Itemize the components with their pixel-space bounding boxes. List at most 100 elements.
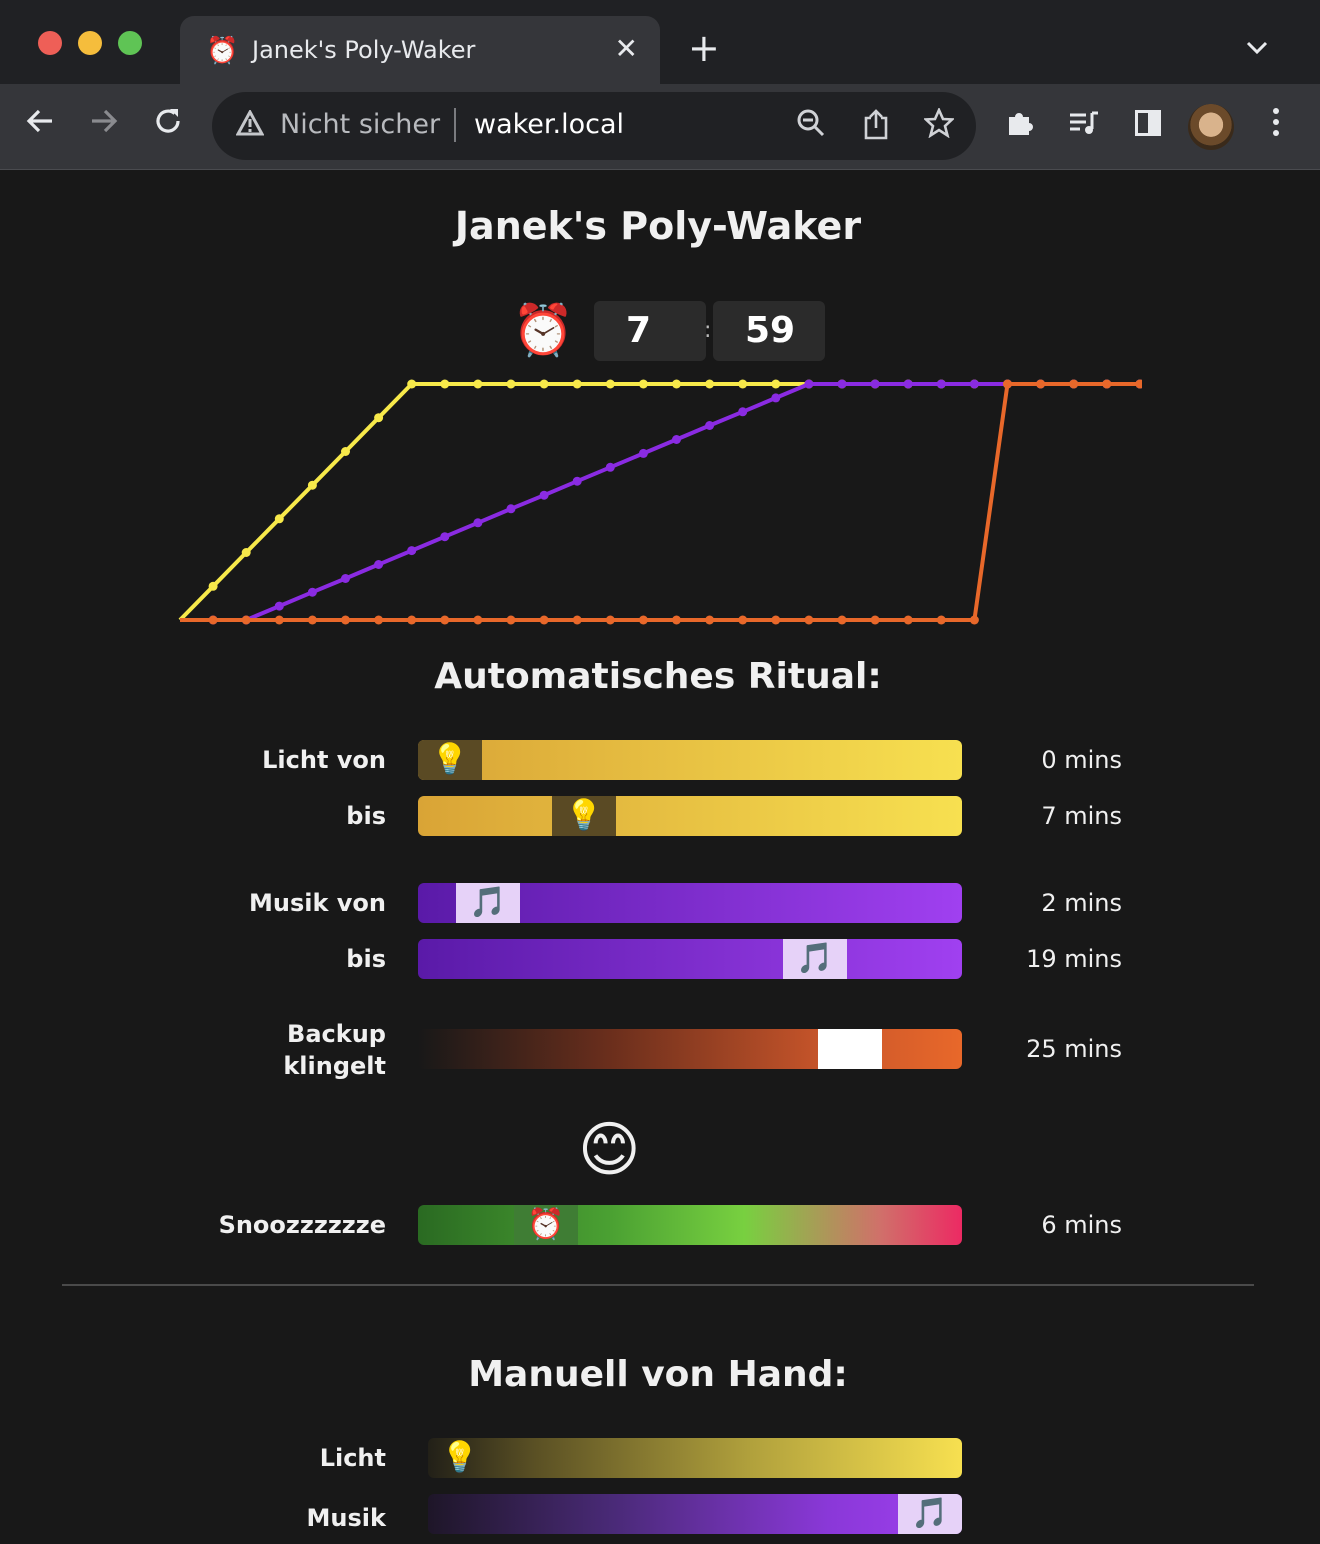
tab-search-chevron-icon[interactable]	[1246, 32, 1268, 62]
chart-point	[738, 615, 748, 625]
back-arrow-icon[interactable]	[18, 104, 62, 148]
chart-point	[804, 615, 814, 625]
chart-point	[605, 379, 615, 389]
media-queue-icon[interactable]	[1062, 104, 1106, 148]
manual-music-slider[interactable]: 🎵	[428, 1494, 962, 1534]
close-window-button[interactable]	[38, 31, 62, 55]
chart-point	[208, 615, 218, 625]
alarm-minute-input[interactable]: 59	[713, 301, 825, 361]
chart-point	[506, 615, 516, 625]
chart-point	[539, 490, 549, 500]
chart-point	[341, 574, 350, 583]
chart-point	[274, 601, 284, 611]
chart-point	[837, 379, 847, 389]
chart-point	[407, 546, 417, 556]
profile-avatar[interactable]	[1188, 104, 1234, 150]
chart-point	[638, 448, 648, 458]
music-end-value: 19 mins	[1026, 945, 1122, 973]
bulb-icon[interactable]: 💡	[552, 796, 616, 836]
alarm-hour-input[interactable]: 7	[594, 301, 706, 361]
menu-kebab-icon[interactable]	[1254, 104, 1298, 148]
chart-point	[1102, 379, 1112, 389]
chart-point	[837, 615, 847, 625]
zoom-icon[interactable]	[796, 108, 826, 146]
music-end-slider[interactable]: 🎵	[418, 939, 962, 979]
chart-point	[274, 615, 284, 625]
chart-point	[208, 581, 218, 591]
chart-point	[473, 518, 483, 528]
chart-point	[638, 379, 648, 389]
maximize-window-button[interactable]	[118, 31, 142, 55]
alarm-clock-icon: ⏰	[206, 36, 239, 66]
chart-point	[374, 615, 384, 625]
chart-point	[936, 379, 946, 389]
chart-point	[903, 615, 913, 625]
chart-point	[870, 379, 880, 389]
light-end-slider[interactable]: 💡	[418, 796, 962, 836]
music-note-icon[interactable]: 🎵	[898, 1494, 962, 1534]
chart-point	[1069, 379, 1079, 389]
window-controls	[38, 31, 142, 55]
alarm-clock-icon: ⏰	[512, 301, 575, 359]
forward-arrow-icon[interactable]	[82, 104, 126, 148]
chart-series-line-2	[180, 382, 1142, 622]
chart-point	[473, 379, 483, 389]
chart-point	[307, 480, 317, 490]
music-start-slider[interactable]: 🎵	[418, 883, 962, 923]
backup-label-line1: Backup	[287, 1020, 386, 1048]
music-note-icon[interactable]: 🎵	[783, 939, 847, 979]
chart-point	[936, 615, 946, 625]
snooze-slider[interactable]: ⏰	[418, 1205, 962, 1245]
security-status[interactable]: Nicht sicher	[280, 108, 440, 142]
bulb-icon[interactable]: 💡	[418, 740, 482, 780]
chart-point	[407, 379, 417, 389]
share-icon[interactable]	[862, 108, 890, 148]
chart-point	[241, 615, 251, 625]
section-divider	[62, 1284, 1254, 1286]
music-start-label: Musik von	[248, 889, 386, 917]
chart-point	[638, 615, 648, 625]
chart-point	[804, 379, 814, 389]
page-title: Janek's Poly-Waker	[454, 204, 862, 248]
chart-point	[572, 476, 582, 486]
backup-slider[interactable]	[418, 1029, 962, 1069]
minimize-window-button[interactable]	[78, 31, 102, 55]
music-end-label: bis	[346, 945, 386, 973]
extensions-puzzle-icon[interactable]	[998, 104, 1042, 148]
chart-point	[572, 615, 582, 625]
backup-slider-thumb[interactable]	[818, 1029, 882, 1069]
bulb-icon[interactable]: 💡	[428, 1438, 492, 1478]
chart-point	[506, 379, 516, 389]
manual-light-slider[interactable]: 💡	[428, 1438, 962, 1478]
chart-point	[969, 615, 979, 625]
chart-point	[771, 393, 781, 403]
chart-point	[771, 615, 781, 625]
chart-point	[440, 379, 450, 389]
chart-point	[374, 413, 384, 423]
chart-series-line-0	[178, 382, 1142, 622]
address-bar[interactable]: Nicht sicher waker.local	[212, 92, 976, 160]
chart-point	[771, 379, 781, 389]
light-start-value: 0 mins	[1041, 746, 1122, 774]
light-start-slider[interactable]: 💡	[418, 740, 962, 780]
warning-icon[interactable]	[235, 108, 265, 144]
chart-point	[539, 615, 549, 625]
chart-point	[672, 435, 681, 444]
chart-point	[605, 615, 615, 625]
new-tab-button[interactable]: +	[688, 28, 720, 68]
backup-value: 25 mins	[1026, 1035, 1122, 1063]
chart-point	[605, 462, 615, 472]
url-text[interactable]: waker.local	[474, 108, 624, 142]
chart-point	[738, 407, 748, 417]
bookmark-star-icon[interactable]	[922, 106, 956, 146]
browser-tab[interactable]: ⏰ Janek's Poly-Waker ✕	[180, 16, 660, 84]
tab-close-icon[interactable]: ✕	[615, 32, 638, 66]
reload-icon[interactable]	[146, 104, 190, 148]
tab-title: Janek's Poly-Waker	[252, 36, 476, 64]
chart-point	[440, 532, 450, 542]
side-panel-icon[interactable]	[1126, 104, 1170, 148]
music-start-value: 2 mins	[1041, 889, 1122, 917]
chart-point	[241, 548, 251, 557]
alarm-clock-icon[interactable]: ⏰	[514, 1205, 578, 1245]
music-note-icon[interactable]: 🎵	[456, 883, 520, 923]
